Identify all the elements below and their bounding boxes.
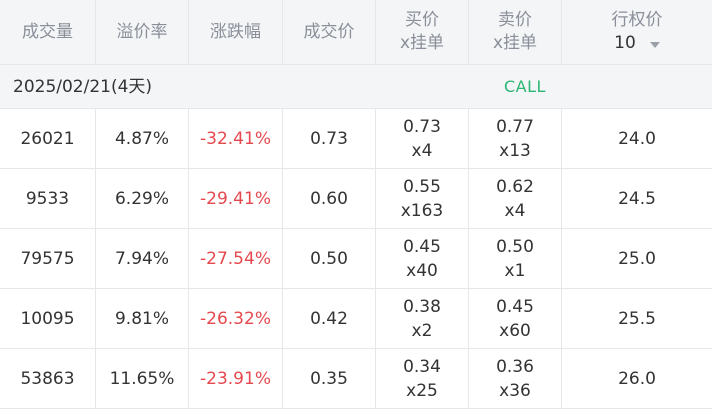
table-row[interactable]: 53863 11.65% -23.91% 0.35 0.34 x25 0.36 … <box>0 349 712 409</box>
header-volume-label: 成交量 <box>22 21 73 42</box>
header-ask-label: 卖价 <box>498 10 532 30</box>
bid-price: 0.34 <box>403 356 441 377</box>
cell-volume: 10095 <box>0 289 96 348</box>
bid-price: 0.73 <box>403 116 441 137</box>
bid-size: x40 <box>406 260 438 281</box>
cell-last-price: 0.60 <box>283 169 376 228</box>
strike-count-value: 10 <box>614 33 636 53</box>
cell-strike: 25.0 <box>618 248 656 269</box>
cell-change: -32.41% <box>189 109 283 168</box>
cell-strike: 24.5 <box>618 188 656 209</box>
ask-price: 0.36 <box>496 356 534 377</box>
cell-ask[interactable]: 0.50 x1 <box>469 229 562 288</box>
cell-premium: 7.94% <box>96 229 189 288</box>
header-strike-label: 行权价 <box>611 10 663 30</box>
header-change-label: 涨跌幅 <box>210 21 261 42</box>
cell-last-price: 0.35 <box>283 349 376 408</box>
cell-change: -23.91% <box>189 349 283 408</box>
option-chain-table: 成交量 溢价率 涨跌幅 成交价 买价 x挂单 卖价 x挂单 行权价 10 202… <box>0 0 712 414</box>
table-row[interactable]: 9533 6.29% -29.41% 0.60 0.55 x163 0.62 x… <box>0 169 712 229</box>
ask-size: x36 <box>499 380 531 401</box>
header-ask[interactable]: 卖价 x挂单 <box>469 0 562 64</box>
header-last-price[interactable]: 成交价 <box>283 0 376 64</box>
header-bid-size-label: x挂单 <box>399 33 445 53</box>
cell-premium: 6.29% <box>96 169 189 228</box>
bid-price: 0.55 <box>403 176 441 197</box>
cell-volume: 9533 <box>0 169 96 228</box>
header-bid[interactable]: 买价 x挂单 <box>376 0 469 64</box>
header-bid-label: 买价 <box>405 10 439 30</box>
ask-size: x1 <box>504 260 526 281</box>
cell-bid[interactable]: 0.34 x25 <box>376 349 469 408</box>
header-volume[interactable]: 成交量 <box>0 0 96 64</box>
strike-count-dropdown[interactable]: 10 <box>614 32 660 55</box>
table-row[interactable]: 10095 9.81% -26.32% 0.42 0.38 x2 0.45 x6… <box>0 289 712 349</box>
table-row[interactable]: 79575 7.94% -27.54% 0.50 0.45 x40 0.50 x… <box>0 229 712 289</box>
cell-strike: 24.0 <box>618 128 656 149</box>
header-ask-size-label: x挂单 <box>492 33 538 53</box>
cell-volume: 53863 <box>0 349 96 408</box>
ask-price: 0.45 <box>496 296 534 317</box>
cell-change: -26.32% <box>189 289 283 348</box>
ask-size: x13 <box>499 140 531 161</box>
cell-bid[interactable]: 0.45 x40 <box>376 229 469 288</box>
cell-ask[interactable]: 0.36 x36 <box>469 349 562 408</box>
cell-last-price: 0.50 <box>283 229 376 288</box>
ask-size: x60 <box>499 320 531 341</box>
header-premium-label: 溢价率 <box>116 21 168 42</box>
bid-price: 0.38 <box>403 296 441 317</box>
cell-premium: 9.81% <box>96 289 189 348</box>
ask-price: 0.77 <box>496 116 534 137</box>
cell-volume: 26021 <box>0 109 96 168</box>
cell-ask[interactable]: 0.62 x4 <box>469 169 562 228</box>
cell-premium: 11.65% <box>96 349 189 408</box>
cell-bid[interactable]: 0.55 x163 <box>376 169 469 228</box>
ask-price: 0.62 <box>496 176 534 197</box>
bid-size: x25 <box>406 380 438 401</box>
expiry-date: 2025/02/21(4天) <box>13 77 153 97</box>
cell-ask[interactable]: 0.77 x13 <box>469 109 562 168</box>
expiry-group-row[interactable]: 2025/02/21(4天) CALL <box>0 65 712 109</box>
ask-price: 0.50 <box>496 236 534 257</box>
table-header: 成交量 溢价率 涨跌幅 成交价 买价 x挂单 卖价 x挂单 行权价 10 <box>0 0 712 65</box>
cell-bid[interactable]: 0.38 x2 <box>376 289 469 348</box>
cell-last-price: 0.42 <box>283 289 376 348</box>
bid-size: x4 <box>411 140 433 161</box>
cell-volume: 79575 <box>0 229 96 288</box>
ask-size: x4 <box>504 200 526 221</box>
call-side-label: CALL <box>504 77 546 96</box>
header-change[interactable]: 涨跌幅 <box>189 0 283 64</box>
cell-change: -29.41% <box>189 169 283 228</box>
bid-size: x2 <box>411 320 433 341</box>
bid-size: x163 <box>400 200 444 221</box>
header-strike: 行权价 10 <box>562 0 712 64</box>
caret-down-icon <box>649 41 660 48</box>
cell-change: -27.54% <box>189 229 283 288</box>
cell-ask[interactable]: 0.45 x60 <box>469 289 562 348</box>
table-row[interactable]: 26021 4.87% -32.41% 0.73 0.73 x4 0.77 x1… <box>0 109 712 169</box>
cell-strike: 25.5 <box>618 308 656 329</box>
cell-strike: 26.0 <box>618 368 656 389</box>
cell-premium: 4.87% <box>96 109 189 168</box>
bid-price: 0.45 <box>403 236 441 257</box>
header-last-price-label: 成交价 <box>303 21 355 42</box>
cell-last-price: 0.73 <box>283 109 376 168</box>
header-premium[interactable]: 溢价率 <box>96 0 189 64</box>
cell-bid[interactable]: 0.73 x4 <box>376 109 469 168</box>
